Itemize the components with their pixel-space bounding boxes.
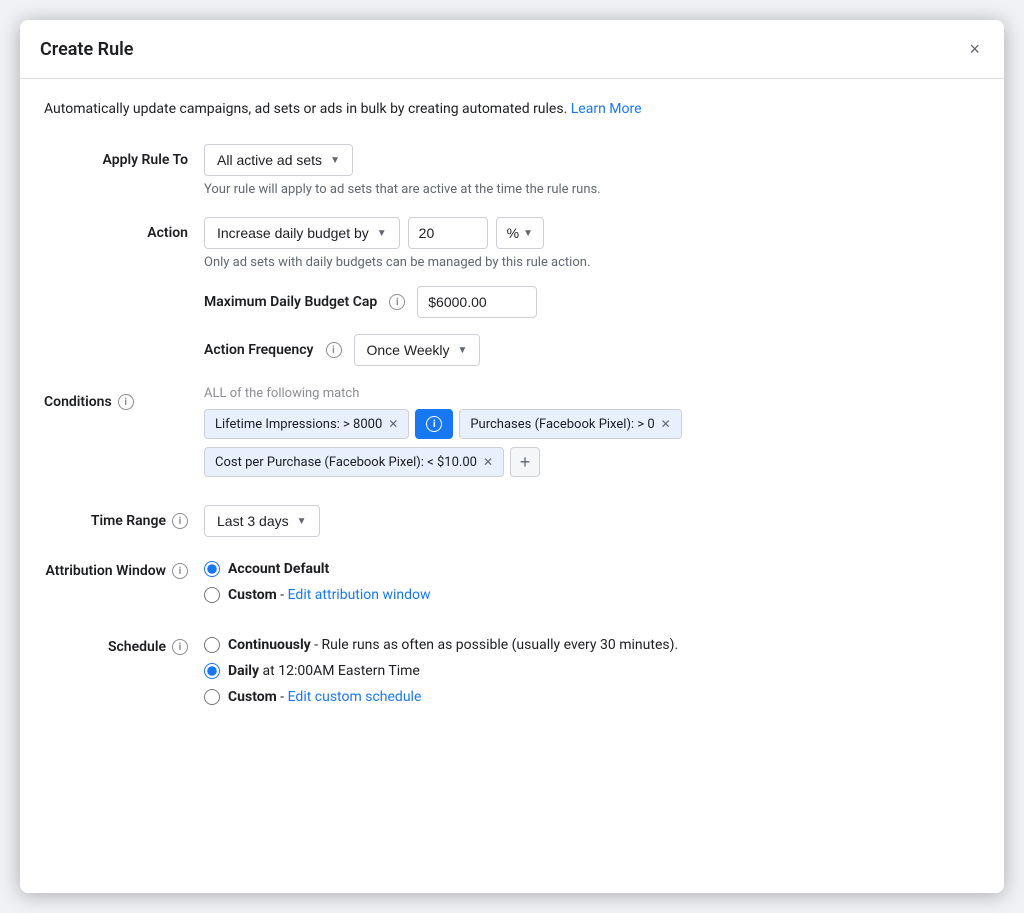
attribution-window-label: Attribution Window i <box>44 557 204 579</box>
action-hint: Only ad sets with daily budgets can be m… <box>204 255 980 270</box>
schedule-continuously-radio[interactable] <box>204 637 220 653</box>
time-range-dropdown[interactable]: Last 3 days ▼ <box>204 505 320 537</box>
chevron-down-icon: ▼ <box>458 345 468 356</box>
schedule-row: Schedule i Continuously - Rule runs as o… <box>44 633 980 715</box>
schedule-continuously-label: Continuously - Rule runs as often as pos… <box>228 637 678 653</box>
schedule-custom-label: Custom - Edit custom schedule <box>228 689 421 705</box>
attribution-account-default-radio[interactable] <box>204 561 220 577</box>
condition-remove-icon[interactable]: ✕ <box>661 417 671 431</box>
action-frequency-row: Action Frequency i Once Weekly ▼ <box>204 334 980 366</box>
attribution-window-row: Attribution Window i Account Default Cus… <box>44 557 980 613</box>
close-button[interactable]: × <box>965 36 984 62</box>
info-icon[interactable]: i <box>172 639 188 655</box>
info-icon[interactable]: i <box>389 294 405 310</box>
condition-tag[interactable]: Purchases (Facebook Pixel): > 0 ✕ <box>459 409 681 439</box>
chevron-down-icon: ▼ <box>377 228 387 239</box>
conditions-label: Conditions i <box>44 386 204 410</box>
conditions-hint: ALL of the following match <box>204 386 980 401</box>
action-row: Action Increase daily budget by ▼ % ▼ On… <box>44 217 980 366</box>
action-frequency-label: Action Frequency <box>204 342 314 358</box>
conditions-row: Conditions i ALL of the following match … <box>44 386 980 485</box>
action-unit-dropdown[interactable]: % ▼ <box>496 217 544 249</box>
condition-remove-icon[interactable]: ✕ <box>483 455 493 469</box>
action-label: Action <box>44 217 204 241</box>
intro-text: Automatically update campaigns, ad sets … <box>44 99 980 120</box>
conditions-content: ALL of the following match Lifetime Impr… <box>204 386 980 485</box>
action-type-dropdown[interactable]: Increase daily budget by ▼ <box>204 217 400 249</box>
action-content: Increase daily budget by ▼ % ▼ Only ad s… <box>204 217 980 366</box>
info-icon[interactable]: i <box>326 342 342 358</box>
schedule-label: Schedule i <box>44 633 204 655</box>
schedule-daily-label: Daily at 12:00AM Eastern Time <box>228 663 420 679</box>
schedule-content: Continuously - Rule runs as often as pos… <box>204 637 980 715</box>
condition-tag-text: Lifetime Impressions: > 8000 <box>215 417 382 432</box>
schedule-custom-radio[interactable] <box>204 689 220 705</box>
schedule-daily: Daily at 12:00AM Eastern Time <box>204 663 980 679</box>
chevron-down-icon: ▼ <box>523 228 533 239</box>
condition-tag-text: Purchases (Facebook Pixel): > 0 <box>470 417 654 432</box>
info-icon: i <box>426 416 442 432</box>
chevron-down-icon: ▼ <box>297 516 307 527</box>
edit-attribution-link[interactable]: Edit attribution window <box>288 587 431 603</box>
modal-header: Create Rule × <box>20 20 1004 79</box>
action-amount-input[interactable] <box>408 217 488 249</box>
action-frequency-dropdown[interactable]: Once Weekly ▼ <box>354 334 481 366</box>
schedule-daily-radio[interactable] <box>204 663 220 679</box>
action-controls: Increase daily budget by ▼ % ▼ <box>204 217 980 249</box>
attribution-window-content: Account Default Custom - Edit attributio… <box>204 561 980 613</box>
attribution-account-default-label: Account Default <box>228 561 329 577</box>
apply-rule-content: All active ad sets ▼ Your rule will appl… <box>204 144 980 197</box>
condition-remove-icon[interactable]: ✕ <box>388 417 398 431</box>
info-icon[interactable]: i <box>172 513 188 529</box>
modal-title: Create Rule <box>40 39 133 60</box>
schedule-continuously: Continuously - Rule runs as often as pos… <box>204 637 980 653</box>
learn-more-link[interactable]: Learn More <box>571 101 642 117</box>
chevron-down-icon: ▼ <box>330 155 340 166</box>
condition-tags-row2: Cost per Purchase (Facebook Pixel): < $1… <box>204 447 980 477</box>
add-condition-button[interactable]: + <box>510 447 540 477</box>
condition-tag-info[interactable]: i <box>415 409 453 439</box>
condition-tags-container: Lifetime Impressions: > 8000 ✕ i Purchas… <box>204 409 980 439</box>
modal-body: Automatically update campaigns, ad sets … <box>20 79 1004 893</box>
time-range-row: Time Range i Last 3 days ▼ <box>44 505 980 537</box>
apply-rule-hint: Your rule will apply to ad sets that are… <box>204 182 980 197</box>
budget-cap-input[interactable] <box>417 286 537 318</box>
apply-rule-row: Apply Rule To All active ad sets ▼ Your … <box>44 144 980 197</box>
attribution-custom-label: Custom - Edit attribution window <box>228 587 431 603</box>
edit-custom-schedule-link[interactable]: Edit custom schedule <box>288 689 422 705</box>
budget-cap-label: Maximum Daily Budget Cap <box>204 294 377 310</box>
info-icon[interactable]: i <box>118 394 134 410</box>
apply-rule-dropdown[interactable]: All active ad sets ▼ <box>204 144 353 176</box>
schedule-custom: Custom - Edit custom schedule <box>204 689 980 705</box>
condition-tag[interactable]: Lifetime Impressions: > 8000 ✕ <box>204 409 409 439</box>
time-range-label: Time Range i <box>44 505 204 529</box>
apply-rule-label: Apply Rule To <box>44 144 204 168</box>
condition-tag-text: Cost per Purchase (Facebook Pixel): < $1… <box>215 455 477 470</box>
attribution-custom: Custom - Edit attribution window <box>204 587 980 603</box>
attribution-account-default: Account Default <box>204 561 980 577</box>
attribution-custom-radio[interactable] <box>204 587 220 603</box>
budget-cap-row: Maximum Daily Budget Cap i <box>204 286 980 318</box>
info-icon[interactable]: i <box>172 563 188 579</box>
time-range-content: Last 3 days ▼ <box>204 505 980 537</box>
create-rule-modal: Create Rule × Automatically update campa… <box>20 20 1004 893</box>
condition-tag[interactable]: Cost per Purchase (Facebook Pixel): < $1… <box>204 447 504 477</box>
